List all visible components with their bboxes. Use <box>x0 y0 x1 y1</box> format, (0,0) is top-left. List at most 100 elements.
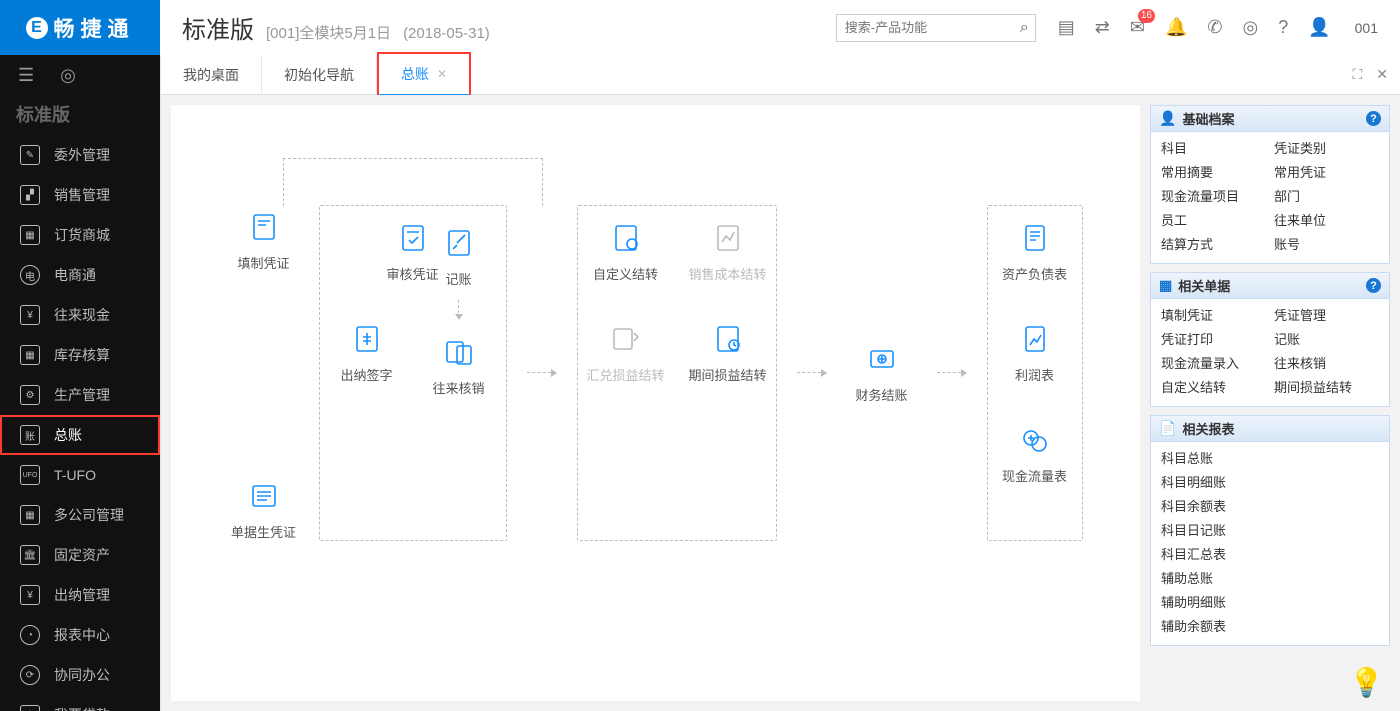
panel-link[interactable]: 辅助余额表 <box>1161 616 1379 635</box>
flow-ap-verify[interactable]: 往来核销 <box>424 336 494 397</box>
sidebar-item-mall[interactable]: ▦订货商城 <box>0 215 160 255</box>
target-icon[interactable]: ◎ <box>60 65 76 86</box>
lightbulb-icon[interactable]: 💡 <box>1349 666 1384 699</box>
flow-custom-carryover[interactable]: 自定义结转 <box>591 222 661 283</box>
ecommerce-icon: 电 <box>20 265 40 285</box>
search-box[interactable]: ⌕ <box>836 14 1036 42</box>
flow-create-voucher[interactable]: 填制凭证 <box>229 211 299 272</box>
search-input[interactable] <box>843 19 1020 36</box>
panel-link[interactable]: 科目余额表 <box>1161 496 1379 515</box>
sidebar-item-tufo[interactable]: UFOT-UFO <box>0 455 160 495</box>
help-icon[interactable]: ? <box>1278 17 1288 38</box>
panel-link[interactable]: 部门 <box>1274 186 1379 205</box>
panel-link[interactable]: 科目汇总表 <box>1161 544 1379 563</box>
sidebar-item-multi-company[interactable]: ▦多公司管理 <box>0 495 160 535</box>
tab-desktop[interactable]: 我的桌面 <box>161 55 262 95</box>
sidebar-item-label: 生产管理 <box>54 385 110 405</box>
sidebar-item-cash[interactable]: ¥往来现金 <box>0 295 160 335</box>
flow-label: 填制凭证 <box>237 253 289 272</box>
flow-balance-sheet[interactable]: 资产负债表 <box>1000 222 1070 283</box>
panel-link[interactable]: 账号 <box>1274 234 1379 253</box>
flow-label: 汇兑损益结转 <box>587 365 665 384</box>
panel-link[interactable]: 科目 <box>1161 138 1266 157</box>
flow-financial-close[interactable]: 财务结账 <box>847 343 917 404</box>
close-icon[interactable]: ✕ <box>437 67 447 81</box>
panel-link[interactable]: 往来单位 <box>1274 210 1379 229</box>
sidebar-item-report-center[interactable]: ◔报表中心 <box>0 615 160 655</box>
sidebar-item-label: 库存核算 <box>54 345 110 365</box>
sidebar-item-ecommerce[interactable]: 电电商通 <box>0 255 160 295</box>
panel-link[interactable]: 凭证管理 <box>1274 305 1379 324</box>
flow-canvas: 填制凭证 单据生凭证 审核凭证 <box>171 105 1140 701</box>
close-all-icon[interactable]: ✕ <box>1376 66 1388 83</box>
panel-title: 基础档案 <box>1182 109 1234 128</box>
search-icon[interactable]: ⌕ <box>1020 19 1029 37</box>
phone-icon[interactable]: ✆ <box>1207 17 1222 38</box>
sidebar-item-loan[interactable]: $我要贷款 <box>0 695 160 711</box>
sidebar-item-collab[interactable]: ⟳协同办公 <box>0 655 160 695</box>
flow-booking[interactable]: 记账 <box>424 227 494 288</box>
panel-link[interactable]: 科目总账 <box>1161 448 1379 467</box>
bell-icon[interactable]: 🔔 <box>1165 17 1187 38</box>
assets-icon: 🏛 <box>20 545 40 565</box>
sidebar-item-assets[interactable]: 🏛 固定资产 <box>0 535 160 575</box>
help-icon[interactable]: ? <box>1366 278 1381 293</box>
flow-cashier-sign[interactable]: 出纳签字 <box>332 323 402 397</box>
sidebar-item-ledger[interactable]: 账总账 <box>0 415 160 455</box>
panel-link[interactable]: 辅助总账 <box>1161 568 1379 587</box>
sidebar-item-label: 我要贷款 <box>54 705 110 711</box>
save-icon[interactable]: ▤ <box>1058 17 1075 38</box>
sidebar-item-inventory[interactable]: ▦库存核算 <box>0 335 160 375</box>
arrow-right-icon <box>797 372 827 374</box>
panel-link[interactable]: 常用摘要 <box>1161 162 1266 181</box>
panel-link[interactable]: 辅助明细账 <box>1161 592 1379 611</box>
flow-profit-report[interactable]: 利润表 <box>1000 323 1070 384</box>
tab-ledger[interactable]: 总账 ✕ <box>377 52 471 96</box>
flow-sales-cost-carryover[interactable]: 销售成本结转 <box>693 222 763 283</box>
sidebar-item-production[interactable]: ⚙生产管理 <box>0 375 160 415</box>
message-icon[interactable]: ✉16 <box>1130 17 1145 38</box>
panel-link[interactable]: 期间损益结转 <box>1274 377 1379 396</box>
sidebar-item-label: 往来现金 <box>54 305 110 325</box>
panel-link[interactable]: 科目日记账 <box>1161 520 1379 539</box>
settings-toggle-icon[interactable]: ⇄ <box>1095 17 1110 38</box>
panel-link[interactable]: 结算方式 <box>1161 234 1266 253</box>
panel-link[interactable]: 现金流量录入 <box>1161 353 1266 372</box>
panel-title: 相关报表 <box>1182 419 1234 438</box>
sidebar-item-label: 协同办公 <box>54 665 110 685</box>
tab-init-nav[interactable]: 初始化导航 <box>262 55 377 95</box>
sidebar-item-label: 总账 <box>54 425 82 445</box>
flow-cashflow-report[interactable]: 现金流量表 <box>1000 424 1070 485</box>
sidebar-item-label: 多公司管理 <box>54 505 124 525</box>
panel-link[interactable]: 员工 <box>1161 210 1266 229</box>
tab-label: 我的桌面 <box>183 65 239 85</box>
sidebar-item-label: 销售管理 <box>54 185 110 205</box>
doc-icon: ✎ <box>20 145 40 165</box>
flow-period-carryover[interactable]: 期间损益结转 <box>693 323 763 384</box>
arrow-right-icon <box>937 372 967 374</box>
flow-doc-voucher[interactable]: 单据生凭证 <box>229 480 299 541</box>
sidebar-item-sales[interactable]: ▞销售管理 <box>0 175 160 215</box>
page-title: 标准版 <box>182 10 254 45</box>
location-icon[interactable]: ◎ <box>1242 17 1258 38</box>
user-icon[interactable]: 👤 <box>1308 17 1330 38</box>
panel-link[interactable]: 科目明细账 <box>1161 472 1379 491</box>
panel-link[interactable]: 往来核销 <box>1274 353 1379 372</box>
panel-link[interactable]: 常用凭证 <box>1274 162 1379 181</box>
sidebar-item-label: 电商通 <box>54 265 96 285</box>
panel-link[interactable]: 凭证打印 <box>1161 329 1266 348</box>
panel-link[interactable]: 自定义结转 <box>1161 377 1266 396</box>
help-icon[interactable]: ? <box>1366 111 1381 126</box>
sidebar-item-label: 出纳管理 <box>54 585 110 605</box>
panel-link[interactable]: 填制凭证 <box>1161 305 1266 324</box>
user-icon: 👤 <box>1159 110 1176 127</box>
sidebar-item-label: 固定资产 <box>54 545 110 565</box>
sidebar-item-outsourcing[interactable]: ✎委外管理 <box>0 135 160 175</box>
sidebar-item-cashier[interactable]: ¥出纳管理 <box>0 575 160 615</box>
fullscreen-icon[interactable]: ⛶ <box>1352 66 1362 83</box>
panel-link[interactable]: 记账 <box>1274 329 1379 348</box>
panel-link[interactable]: 现金流量项目 <box>1161 186 1266 205</box>
panel-link[interactable]: 凭证类别 <box>1274 138 1379 157</box>
menu-toggle-icon[interactable]: ☰ <box>18 65 34 86</box>
flow-fx-carryover[interactable]: 汇兑损益结转 <box>591 323 661 384</box>
